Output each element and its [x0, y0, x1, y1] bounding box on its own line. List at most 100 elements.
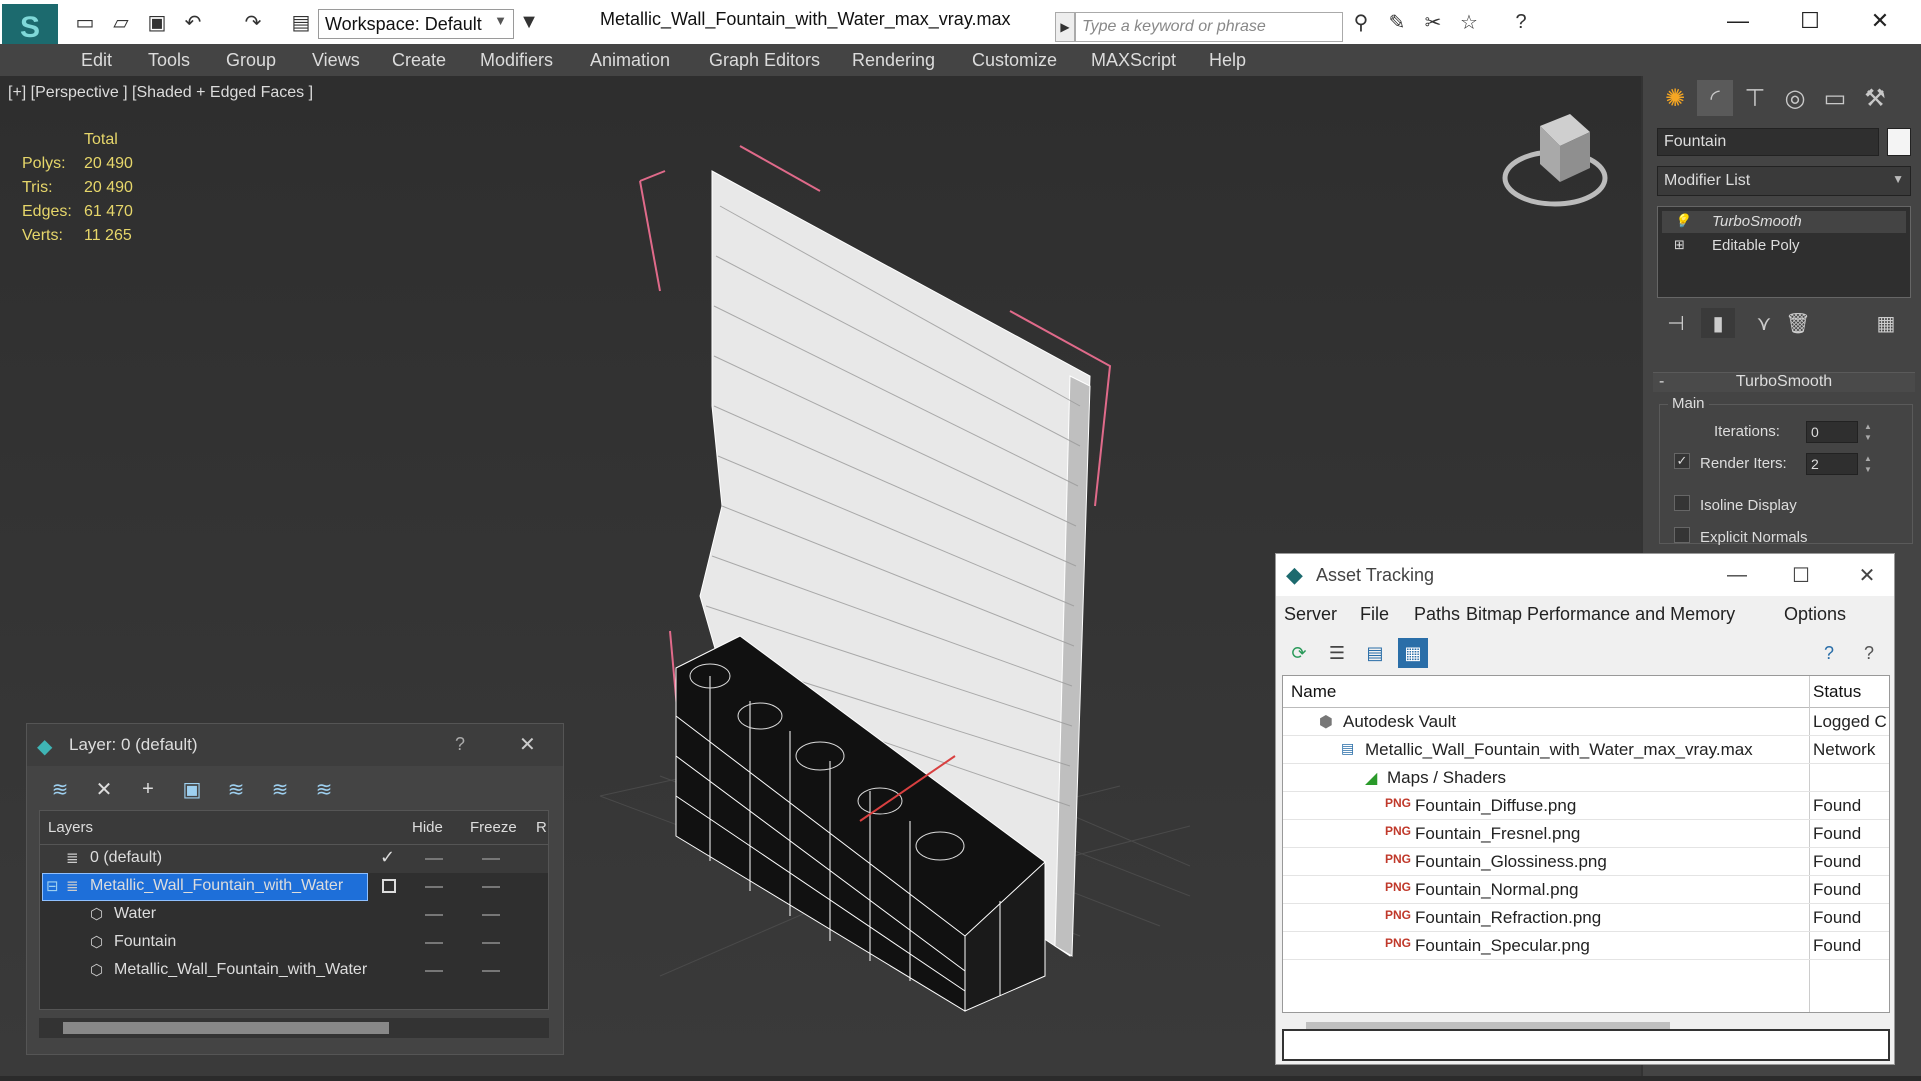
asset-row[interactable]: PNG Fountain_Refraction.png Found: [1283, 904, 1889, 932]
utilities-tab-icon[interactable]: ⚒: [1857, 80, 1893, 116]
turbosmooth-rollout-header[interactable]: - TurboSmooth: [1653, 372, 1915, 392]
active-layer-check-icon[interactable]: ✓: [380, 847, 395, 868]
freeze-toggle[interactable]: [482, 858, 500, 860]
hierarchy-tab-icon[interactable]: ⊤: [1737, 80, 1773, 116]
modify-tab-icon[interactable]: ◜: [1697, 80, 1733, 116]
binoculars-icon[interactable]: ⚲: [1348, 9, 1374, 35]
freeze-toggle[interactable]: [482, 970, 500, 972]
layer-row[interactable]: ⊟ ≣ Metallic_Wall_Fountain_with_Water: [40, 873, 548, 901]
maximize-icon[interactable]: ☐: [1780, 4, 1840, 38]
stack-item-turbosmooth[interactable]: 💡 TurboSmooth: [1662, 211, 1906, 233]
list-view-icon[interactable]: ☰: [1322, 638, 1352, 668]
menu-create[interactable]: Create: [392, 50, 446, 71]
column-freeze[interactable]: Freeze: [470, 819, 517, 836]
layer-row[interactable]: ⬡ Fountain: [40, 929, 548, 957]
menu-edit[interactable]: Edit: [81, 50, 112, 71]
horizontal-scrollbar[interactable]: [39, 1018, 549, 1038]
delete-layer-icon[interactable]: ✕: [89, 774, 119, 804]
render-iters-checkbox[interactable]: ✓: [1674, 453, 1690, 469]
menu-help[interactable]: Help: [1209, 50, 1246, 71]
new-layer-icon[interactable]: ≋: [45, 774, 75, 804]
column-render[interactable]: R: [536, 819, 547, 836]
display-tab-icon[interactable]: ▭: [1817, 80, 1853, 116]
menu-rendering[interactable]: Rendering: [852, 50, 935, 71]
select-objects-icon[interactable]: ▣: [177, 774, 207, 804]
layer-row[interactable]: ⬡ Water: [40, 901, 548, 929]
minimize-icon[interactable]: —: [1708, 4, 1768, 38]
undo-icon[interactable]: ↶: [180, 9, 206, 35]
render-iters-spinner[interactable]: 2: [1806, 453, 1858, 475]
freeze-toggle[interactable]: [482, 942, 500, 944]
asset-row[interactable]: PNG Fountain_Normal.png Found: [1283, 876, 1889, 904]
project-icon[interactable]: ▤: [288, 9, 314, 35]
menu-customize[interactable]: Customize: [972, 50, 1057, 71]
hide-toggle[interactable]: [425, 970, 443, 972]
tools-icon[interactable]: ✎: [1384, 9, 1410, 35]
explicit-normals-checkbox[interactable]: [1674, 527, 1690, 543]
iterations-spinner[interactable]: 0: [1806, 421, 1858, 443]
spinner-arrows-icon[interactable]: ▲ ▼: [1864, 421, 1874, 443]
subscription-icon[interactable]: ✂: [1420, 9, 1446, 35]
tree-view-icon[interactable]: ▤: [1360, 638, 1390, 668]
set-active-box[interactable]: [382, 879, 396, 893]
asset-row[interactable]: PNG Fountain_Fresnel.png Found: [1283, 820, 1889, 848]
column-status[interactable]: Status: [1813, 682, 1861, 702]
menu-group[interactable]: Group: [226, 50, 276, 71]
layer-row[interactable]: ≣ 0 (default) ✓: [40, 845, 548, 873]
layer-window-titlebar[interactable]: ◆ Layer: 0 (default) ? ✕: [27, 724, 563, 766]
table-view-icon[interactable]: ▦: [1398, 638, 1428, 668]
close-icon[interactable]: ✕: [1842, 560, 1892, 590]
workspace-menu-icon[interactable]: ▼: [516, 9, 542, 35]
favorites-icon[interactable]: ☆: [1456, 9, 1482, 35]
hide-toggle[interactable]: [425, 914, 443, 916]
show-end-result-icon[interactable]: ▮: [1701, 308, 1735, 338]
hide-toggle[interactable]: [425, 942, 443, 944]
freeze-toggle[interactable]: [482, 886, 500, 888]
column-layers[interactable]: Layers: [48, 819, 93, 836]
hide-all-icon[interactable]: ≋: [265, 774, 295, 804]
minimize-icon[interactable]: —: [1712, 560, 1762, 590]
help-icon[interactable]: ?: [1508, 9, 1534, 35]
asset-path-field[interactable]: [1282, 1029, 1890, 1061]
configure-sets-icon[interactable]: ▦: [1869, 308, 1903, 338]
new-file-icon[interactable]: ▭: [72, 9, 98, 35]
spinner-arrows-icon[interactable]: ▲ ▼: [1864, 453, 1874, 475]
layer-row[interactable]: ⬡ Metallic_Wall_Fountain_with_Water: [40, 957, 548, 985]
pin-stack-icon[interactable]: ⊣: [1659, 308, 1693, 338]
asset-row[interactable]: PNG Fountain_Diffuse.png Found: [1283, 792, 1889, 820]
object-color-swatch[interactable]: [1887, 128, 1911, 156]
remove-modifier-icon[interactable]: 🗑: [1781, 308, 1815, 338]
search-expand-icon[interactable]: ▶: [1055, 12, 1075, 42]
hide-toggle[interactable]: [425, 858, 443, 860]
viewport-label[interactable]: [+] [Perspective ] [Shaded + Edged Faces…: [8, 84, 313, 102]
column-hide[interactable]: Hide: [412, 819, 443, 836]
redo-icon[interactable]: ↷: [240, 9, 266, 35]
maximize-icon[interactable]: ☐: [1776, 560, 1826, 590]
menu-tools[interactable]: Tools: [148, 50, 190, 71]
help-button[interactable]: ?: [455, 734, 465, 755]
modifier-list-dropdown[interactable]: Modifier List ▼: [1657, 166, 1911, 196]
context-help-icon[interactable]: ?: [1854, 638, 1884, 668]
freeze-toggle[interactable]: [482, 914, 500, 916]
menu-graph-editors[interactable]: Graph Editors: [709, 50, 820, 71]
select-layer-icon[interactable]: ≋: [221, 774, 251, 804]
asset-row[interactable]: ◢ Maps / Shaders: [1283, 764, 1889, 792]
menu-server[interactable]: Server: [1284, 604, 1337, 625]
asset-row[interactable]: ⬢ Autodesk Vault Logged C: [1283, 708, 1889, 736]
save-icon[interactable]: ▣: [144, 9, 170, 35]
make-unique-icon[interactable]: ⋎: [1747, 308, 1781, 338]
collapse-icon[interactable]: ⊟: [46, 877, 59, 895]
refresh-icon[interactable]: ⟳: [1284, 638, 1314, 668]
expand-plus-icon[interactable]: ⊞: [1674, 237, 1685, 253]
isoline-checkbox[interactable]: [1674, 495, 1690, 511]
workspace-dropdown[interactable]: Workspace: Default ▼: [318, 9, 514, 39]
menu-paths[interactable]: Paths: [1414, 604, 1460, 625]
menu-bitmap-performance[interactable]: Bitmap Performance and Memory: [1466, 604, 1735, 625]
asset-row[interactable]: ▤ Metallic_Wall_Fountain_with_Water_max_…: [1283, 736, 1889, 764]
motion-tab-icon[interactable]: ◎: [1777, 80, 1813, 116]
hide-toggle[interactable]: [425, 886, 443, 888]
scrollbar-thumb[interactable]: [63, 1022, 389, 1034]
lightbulb-icon[interactable]: 💡: [1674, 213, 1690, 229]
close-icon[interactable]: ✕: [1850, 4, 1910, 38]
search-input[interactable]: Type a keyword or phrase: [1075, 12, 1343, 42]
